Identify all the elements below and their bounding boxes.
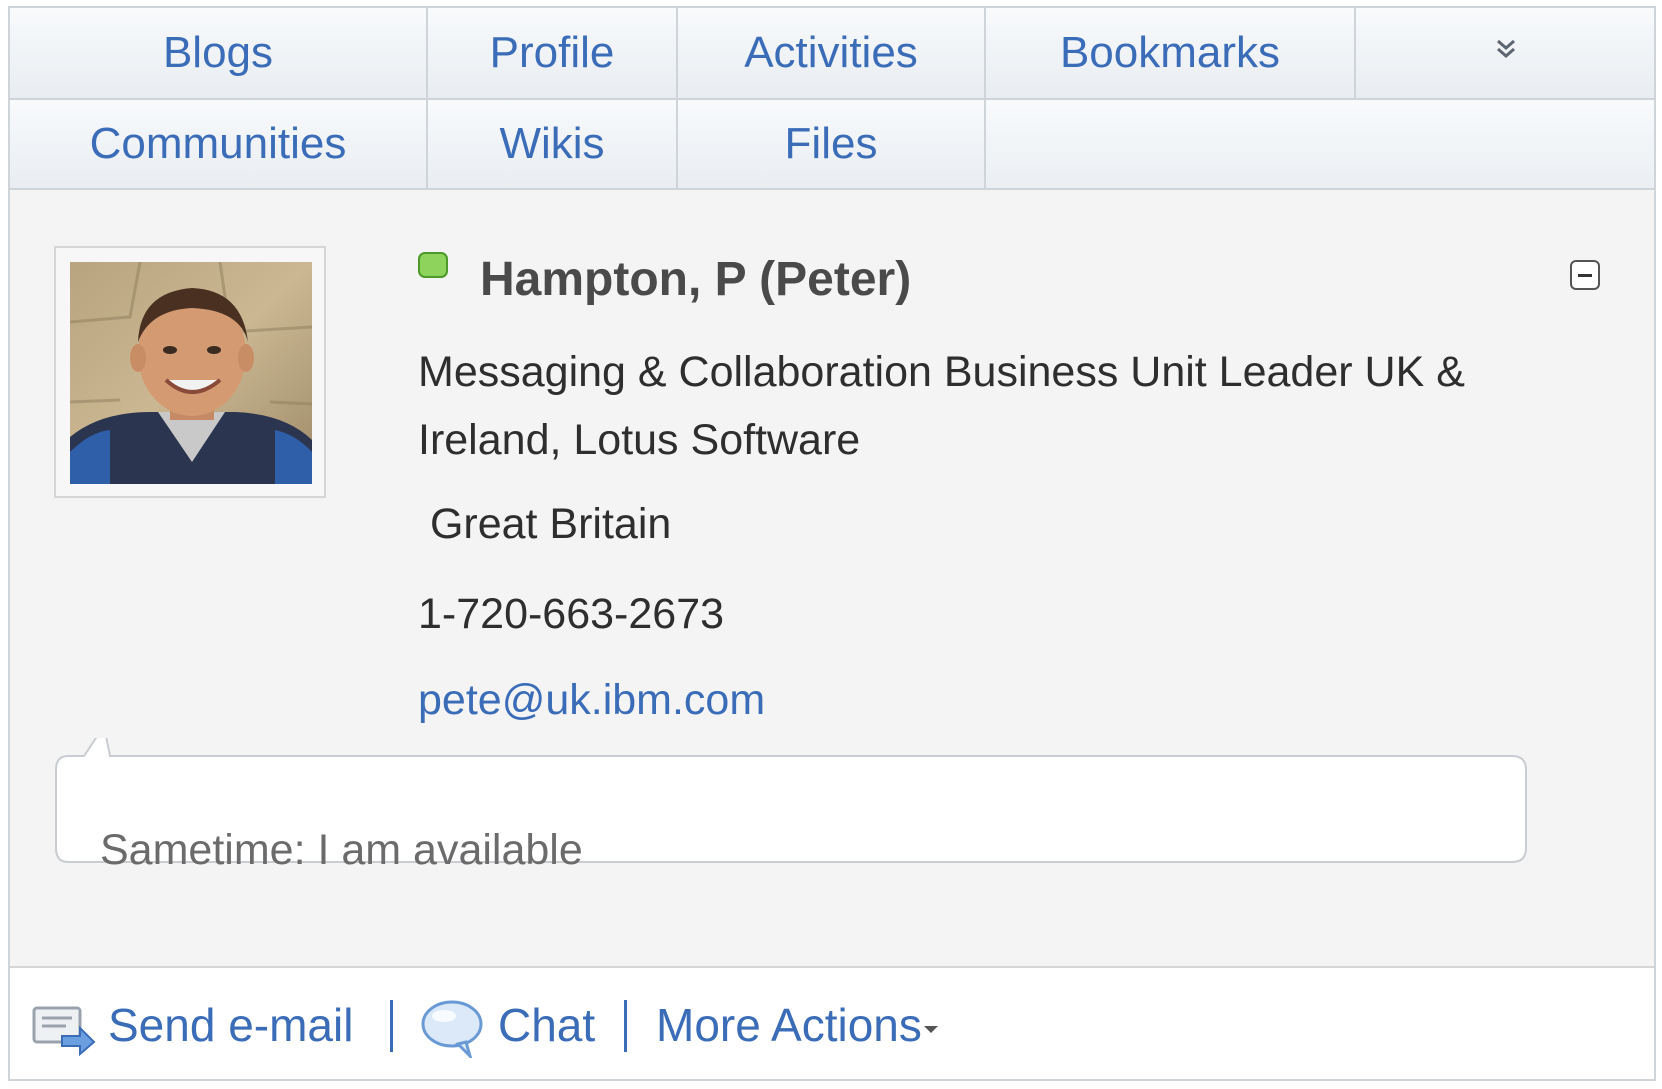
chat-bubble-icon bbox=[421, 1000, 483, 1058]
tab-grid: Blogs Profile Activities Bookmarks Commu… bbox=[10, 8, 1654, 198]
job-title: Messaging & Collaboration Business Unit … bbox=[418, 348, 1465, 464]
tab-empty-cell bbox=[986, 100, 1654, 190]
online-status-icon bbox=[418, 252, 448, 278]
caret-down-icon bbox=[923, 1025, 938, 1033]
status-message: Sametime: I am available bbox=[100, 826, 583, 874]
tab-files[interactable]: Files bbox=[678, 100, 986, 190]
business-card: Blogs Profile Activities Bookmarks Commu… bbox=[8, 6, 1656, 1081]
double-chevron-down-icon bbox=[1493, 36, 1519, 70]
tab-communities[interactable]: Communities bbox=[10, 100, 428, 190]
more-actions-label: More Actions bbox=[656, 999, 922, 1051]
phone-number: 1-720-663-2673 bbox=[418, 590, 725, 638]
profile-photo bbox=[70, 262, 312, 484]
send-email-icon bbox=[32, 1006, 96, 1056]
separator bbox=[624, 1000, 627, 1052]
separator bbox=[390, 1000, 393, 1052]
send-email-button[interactable]: Send e-mail bbox=[108, 998, 353, 1052]
more-actions-menu[interactable]: More Actions bbox=[656, 998, 940, 1052]
action-bar: Send e-mail Chat More Actions bbox=[10, 966, 1654, 1079]
email-link[interactable]: pete@uk.ibm.com bbox=[418, 676, 765, 725]
chat-button[interactable]: Chat bbox=[498, 998, 595, 1052]
profile-photo-frame bbox=[54, 246, 326, 498]
tab-blogs[interactable]: Blogs bbox=[10, 8, 428, 100]
tab-more-button[interactable] bbox=[1356, 8, 1654, 100]
person-name[interactable]: Hampton, P (Peter) bbox=[480, 252, 911, 307]
tab-profile[interactable]: Profile bbox=[428, 8, 678, 100]
tab-activities[interactable]: Activities bbox=[678, 8, 986, 100]
collapse-icon[interactable] bbox=[1570, 260, 1600, 290]
location: Great Britain bbox=[418, 500, 672, 548]
tab-bookmarks[interactable]: Bookmarks bbox=[986, 8, 1356, 100]
tab-wikis[interactable]: Wikis bbox=[428, 100, 678, 190]
